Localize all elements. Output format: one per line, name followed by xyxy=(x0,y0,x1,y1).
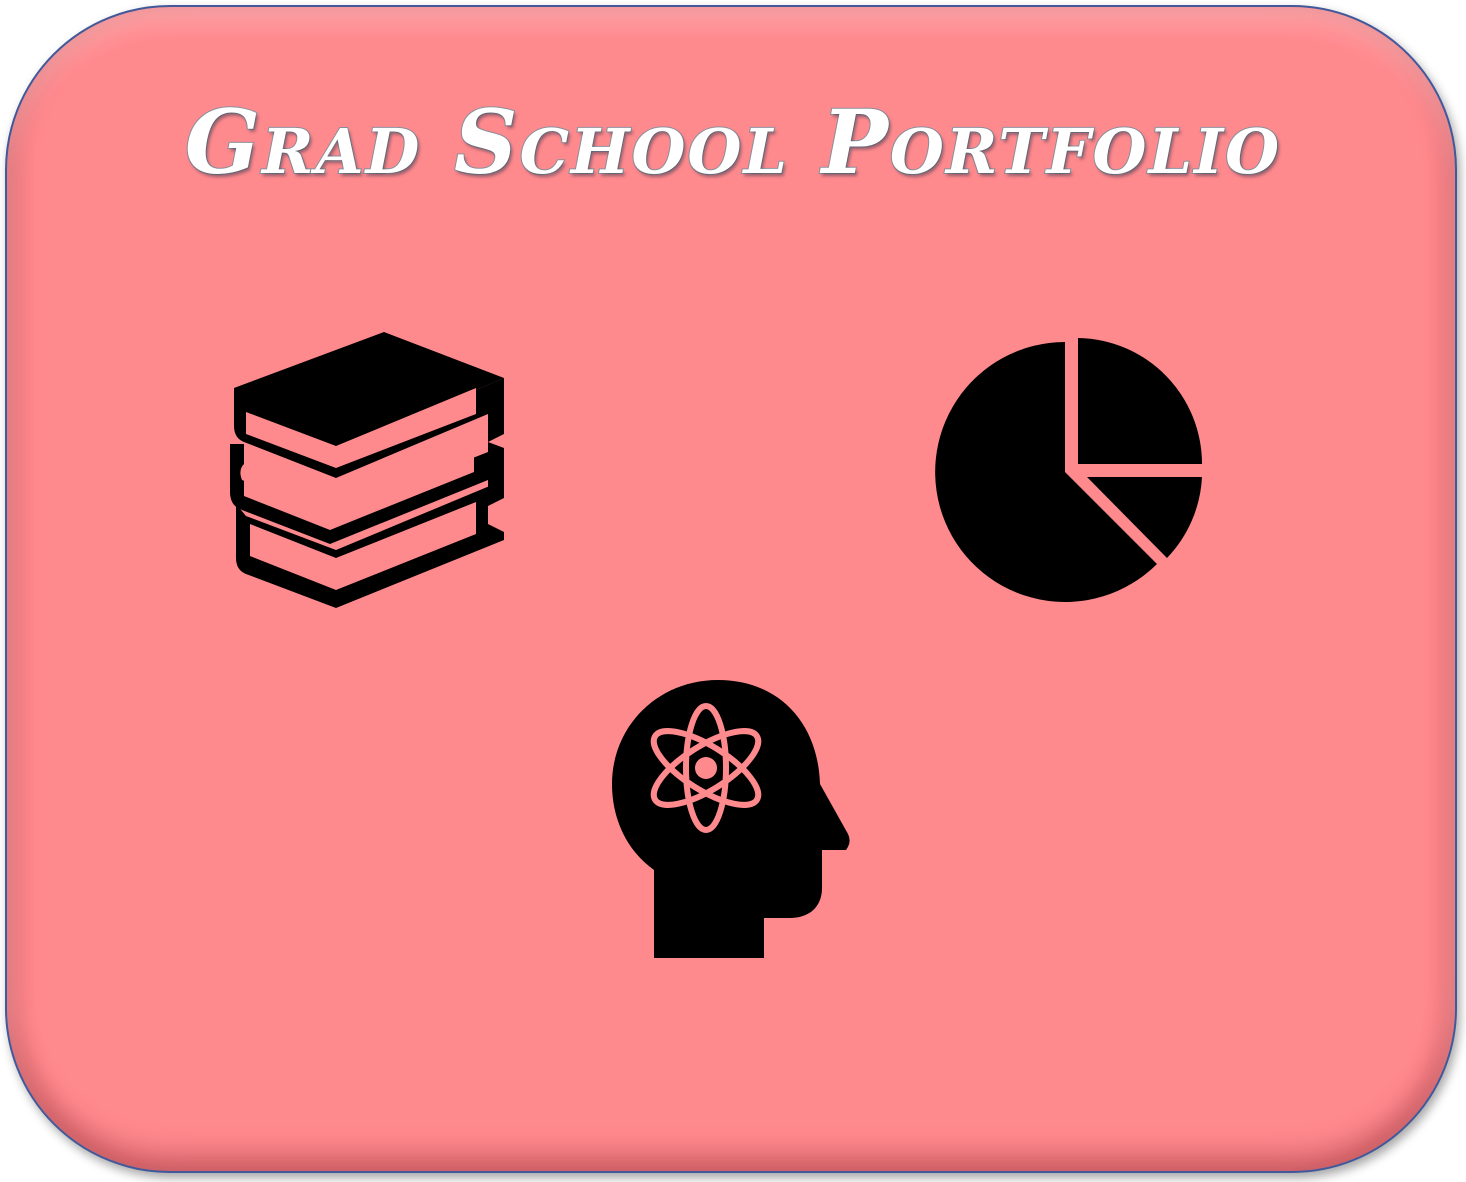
books-icon xyxy=(230,332,504,608)
head-atom-icon xyxy=(612,680,850,958)
pie-chart-icon xyxy=(935,338,1202,602)
portfolio-title: Grad School Portfolio xyxy=(184,90,1282,194)
